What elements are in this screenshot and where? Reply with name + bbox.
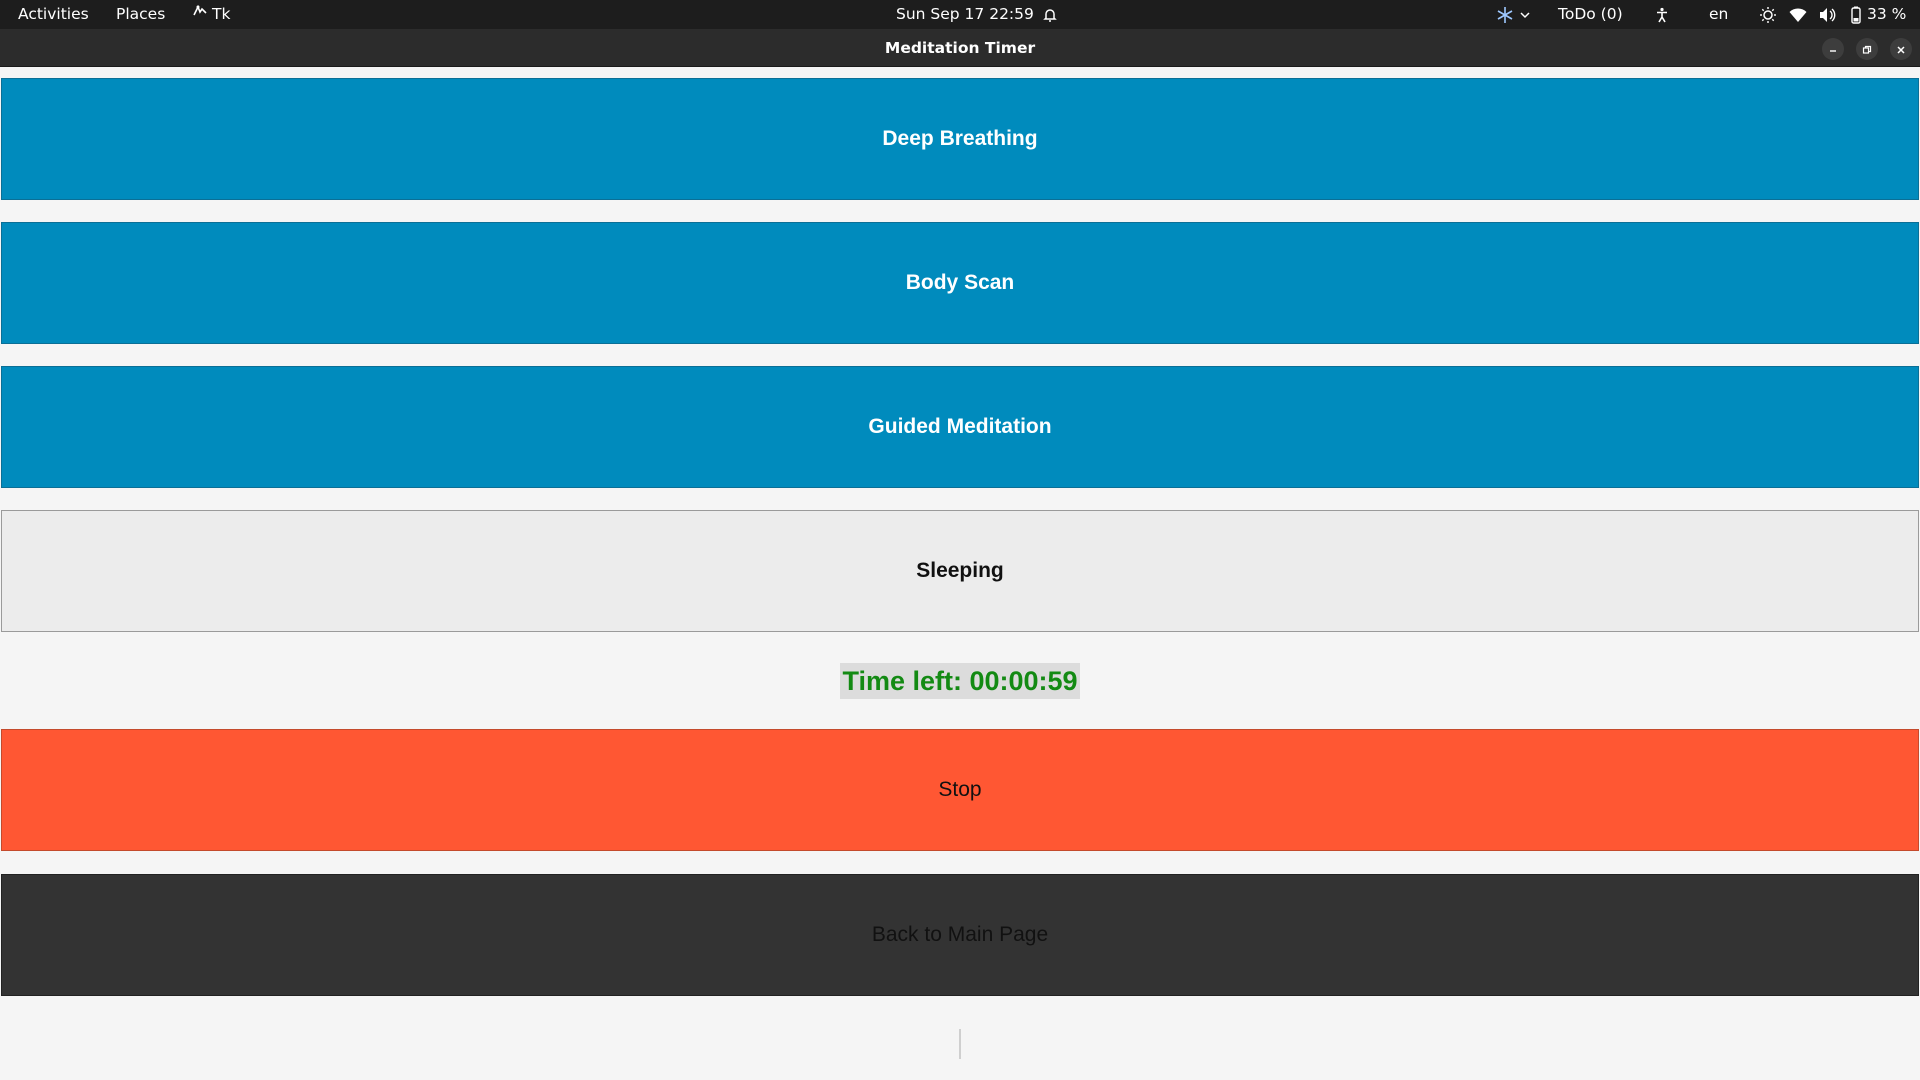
clock[interactable]: Sun Sep 17 22:59 xyxy=(896,0,1034,29)
language-indicator[interactable]: en xyxy=(1709,0,1728,29)
restore-icon xyxy=(1862,40,1872,59)
sleeping-button[interactable]: Sleeping xyxy=(1,510,1919,632)
window-title: Meditation Timer xyxy=(884,39,1036,57)
places-menu[interactable]: Places xyxy=(116,0,165,29)
back-to-main-button[interactable]: Back to Main Page xyxy=(1,874,1919,996)
close-icon xyxy=(1896,40,1906,59)
battery-icon[interactable] xyxy=(1846,5,1866,25)
wifi-icon[interactable] xyxy=(1788,5,1808,25)
body-scan-button[interactable]: Body Scan xyxy=(1,222,1919,344)
timer-display: Time left: 00:00:59 xyxy=(0,663,1920,699)
app-menu-icon xyxy=(192,0,208,29)
battery-percentage: 33 % xyxy=(1867,5,1907,23)
close-button[interactable] xyxy=(1890,38,1912,60)
brightness-icon[interactable] xyxy=(1758,5,1778,25)
minimize-button[interactable] xyxy=(1822,38,1844,60)
todo-indicator[interactable]: ToDo (0) xyxy=(1558,0,1623,29)
alarm-icon xyxy=(1040,5,1060,25)
app-content: Deep Breathing Body Scan Guided Meditati… xyxy=(0,67,1920,1080)
text-cursor xyxy=(959,1029,961,1059)
deep-breathing-button[interactable]: Deep Breathing xyxy=(1,78,1919,200)
window-titlebar[interactable]: Meditation Timer xyxy=(0,29,1920,67)
maximize-button[interactable] xyxy=(1856,38,1878,60)
app-menu[interactable]: Tk xyxy=(192,0,230,29)
guided-meditation-button[interactable]: Guided Meditation xyxy=(1,366,1919,488)
volume-icon[interactable] xyxy=(1818,5,1838,25)
time-left-label: Time left: 00:00:59 xyxy=(840,663,1080,699)
activities-button[interactable]: Activities xyxy=(18,0,89,29)
stop-button[interactable]: Stop xyxy=(1,729,1919,851)
app-menu-label: Tk xyxy=(212,5,231,23)
snowflake-icon[interactable] xyxy=(1495,5,1515,25)
minimize-icon xyxy=(1828,40,1838,59)
chevron-down-icon[interactable] xyxy=(1515,5,1535,25)
top-bar: Activities Places Tk Sun Sep 17 22:59 To… xyxy=(0,0,1920,29)
accessibility-icon[interactable] xyxy=(1652,5,1672,25)
